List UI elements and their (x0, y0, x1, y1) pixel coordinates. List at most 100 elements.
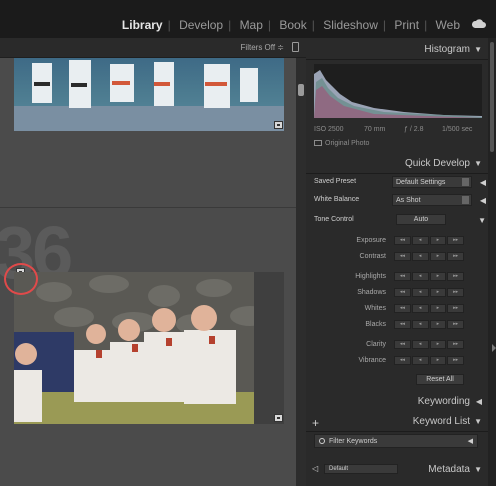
decrease-button[interactable]: ◂ (411, 356, 429, 365)
collapse-triangle-icon[interactable]: ▼ (478, 216, 486, 225)
metadata-title: Metadata (428, 464, 470, 475)
original-photo-row[interactable]: Original Photo (314, 140, 369, 147)
increase-large-button[interactable]: ▸▸ (447, 272, 464, 281)
increase-large-button[interactable]: ▸▸ (447, 320, 464, 329)
histogram-title: Histogram (424, 44, 470, 55)
original-photo-label: Original Photo (325, 140, 370, 147)
adjust-row-exposure: Exposure ◂◂ ◂ ▸ ▸▸ (314, 236, 486, 246)
decrease-large-button[interactable]: ◂◂ (394, 320, 411, 329)
quick-develop-title: Quick Develop (404, 158, 470, 169)
panel-scrollbar[interactable] (488, 38, 496, 486)
keywording-header[interactable]: Keywording ◀ (306, 390, 488, 412)
module-print[interactable]: Print (394, 18, 419, 32)
grid-cell-selected[interactable]: 36 (0, 208, 296, 486)
increase-large-button[interactable]: ▸▸ (447, 356, 464, 365)
decrease-button[interactable]: ◂ (411, 304, 429, 313)
increase-button[interactable]: ▸ (429, 320, 447, 329)
decrease-large-button[interactable]: ◂◂ (394, 288, 411, 297)
adjust-row-whites: Whites ◂◂ ◂ ▸ ▸▸ (314, 304, 486, 314)
expand-triangle-icon[interactable]: ◀ (480, 178, 486, 187)
increase-large-button[interactable]: ▸▸ (447, 304, 464, 313)
increase-large-button[interactable]: ▸▸ (447, 340, 464, 349)
module-web[interactable]: Web (436, 18, 460, 32)
grid-cell[interactable] (0, 58, 296, 208)
decrease-button[interactable]: ◂ (411, 236, 429, 245)
collapse-triangle-icon[interactable]: ▼ (474, 159, 482, 168)
histogram-chart (314, 64, 482, 118)
histogram-header[interactable]: Histogram ▼ (306, 38, 488, 60)
increase-button[interactable]: ▸ (429, 304, 447, 313)
module-slideshow[interactable]: Slideshow (323, 18, 378, 32)
adjust-row-vibrance: Vibrance ◂◂ ◂ ▸ ▸▸ (314, 356, 486, 366)
decrease-large-button[interactable]: ◂◂ (394, 356, 411, 365)
exif-iso: ISO 2500 (314, 126, 344, 133)
collapse-triangle-icon[interactable]: ▼ (474, 417, 482, 426)
white-balance-label: White Balance (314, 196, 360, 203)
cloud-icon[interactable] (472, 19, 486, 28)
increase-button[interactable]: ▸ (429, 340, 447, 349)
metadata-preset-select[interactable]: Default (324, 464, 398, 474)
module-book[interactable]: Book (279, 18, 306, 32)
saved-preset-select[interactable]: Default Settings (392, 176, 472, 188)
increase-button[interactable]: ▸ (429, 272, 447, 281)
photo-thumbnail[interactable] (14, 58, 284, 131)
select-chevron-icon (462, 178, 469, 186)
adjust-row-blacks: Blacks ◂◂ ◂ ▸ ▸▸ (314, 320, 486, 330)
expand-triangle-icon[interactable]: ◀ (480, 196, 486, 205)
auto-tone-button[interactable]: Auto (396, 214, 446, 225)
decrease-button[interactable]: ◂ (411, 272, 429, 281)
module-develop[interactable]: Develop (179, 18, 223, 32)
decrease-large-button[interactable]: ◂◂ (394, 340, 411, 349)
photo-edit-badge-icon[interactable] (274, 414, 283, 422)
adjust-row-contrast: Contrast ◂◂ ◂ ▸ ▸▸ (314, 252, 486, 262)
expand-triangle-icon[interactable]: ◀ (476, 397, 482, 406)
expand-triangle-icon[interactable]: ◀ (468, 437, 473, 445)
increase-large-button[interactable]: ▸▸ (447, 252, 464, 261)
library-filter-bar: Filters Off ≑ (0, 38, 306, 58)
decrease-large-button[interactable]: ◂◂ (394, 304, 411, 313)
top-bar: Library | Develop | Map | Book | Slideshow | … (0, 0, 496, 38)
add-keyword-icon[interactable]: + (312, 416, 319, 430)
reset-all-button[interactable]: Reset All (416, 374, 464, 385)
metadata-eye-icon: ◁ (312, 464, 319, 473)
filters-off-toggle[interactable]: Filters Off ≑ (241, 43, 284, 52)
module-map[interactable]: Map (240, 18, 263, 32)
collapse-triangle-icon[interactable]: ▼ (474, 45, 482, 54)
decrease-button[interactable]: ◂ (411, 252, 429, 261)
decrease-button[interactable]: ◂ (411, 320, 429, 329)
decrease-large-button[interactable]: ◂◂ (394, 236, 411, 245)
module-picker: Library | Develop | Map | Book | Slideshow | … (121, 18, 460, 32)
white-balance-select[interactable]: As Shot (392, 194, 472, 206)
decrease-button[interactable]: ◂ (411, 288, 429, 297)
exif-aperture: ƒ / 2.8 (404, 126, 424, 133)
white-balance-row: White Balance As Shot ◀ (314, 194, 486, 208)
increase-button[interactable]: ▸ (429, 288, 447, 297)
photo-thumbnail[interactable] (14, 272, 284, 424)
filter-keywords-input[interactable]: Filter Keywords ◀ (314, 434, 478, 448)
saved-preset-row: Saved Preset Default Settings ◀ (314, 176, 486, 190)
exif-shutter: 1/500 sec (442, 126, 473, 133)
decrease-large-button[interactable]: ◂◂ (394, 252, 411, 261)
search-icon (319, 438, 325, 444)
quick-develop-header[interactable]: Quick Develop ▼ (306, 152, 488, 174)
collapse-triangle-icon[interactable]: ▼ (474, 465, 482, 474)
increase-button[interactable]: ▸ (429, 252, 447, 261)
decrease-large-button[interactable]: ◂◂ (394, 272, 411, 281)
panel-collapse-arrow-icon[interactable] (492, 344, 496, 352)
reset-row: Reset All (314, 374, 486, 385)
photo-edit-badge-icon[interactable] (274, 121, 283, 129)
select-chevron-icon (462, 196, 469, 204)
grid-scrollbar[interactable] (296, 58, 306, 486)
module-library[interactable]: Library (122, 18, 163, 32)
keywording-title: Keywording (417, 396, 470, 407)
increase-button[interactable]: ▸ (429, 236, 447, 245)
keyword-list-header[interactable]: Keyword List ▼ (306, 410, 488, 432)
photo-frame-icon (314, 140, 322, 147)
decrease-button[interactable]: ◂ (411, 340, 429, 349)
increase-button[interactable]: ▸ (429, 356, 447, 365)
lock-icon[interactable] (292, 42, 299, 52)
increase-large-button[interactable]: ▸▸ (447, 236, 464, 245)
increase-large-button[interactable]: ▸▸ (447, 288, 464, 297)
tone-control-label: Tone Control (314, 216, 354, 223)
adjust-row-highlights: Highlights ◂◂ ◂ ▸ ▸▸ (314, 272, 486, 282)
